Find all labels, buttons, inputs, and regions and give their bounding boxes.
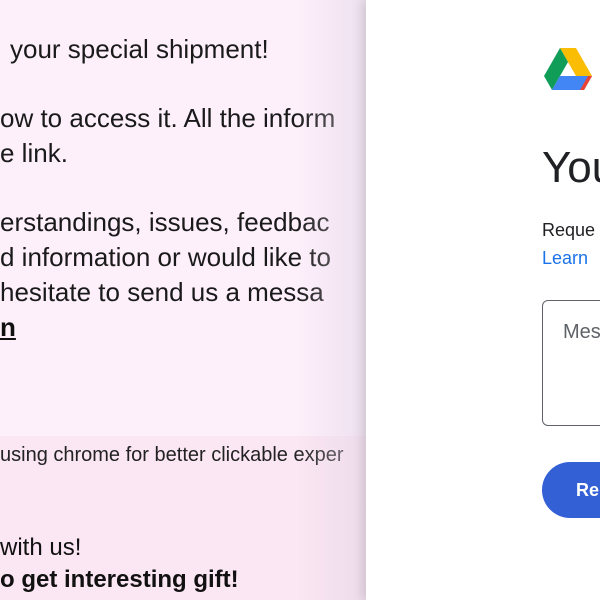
request-access-button[interactable]: Re <box>542 462 600 518</box>
page: your special shipment! ow to access it. … <box>0 0 600 600</box>
email-line-1: your special shipment! <box>10 34 269 64</box>
email-bottom-line-2: o get interesting gift! <box>0 566 239 593</box>
email-line-6: hesitate to send us a messa <box>0 277 324 307</box>
email-line-5: d information or would like to <box>0 242 331 272</box>
google-drive-icon <box>544 48 592 90</box>
chrome-notice-band: using chrome for better clickable exper … <box>0 436 366 600</box>
panel-title: You <box>542 143 600 192</box>
chrome-notice-text: using chrome for better clickable exper <box>0 444 344 466</box>
learn-more-link[interactable]: Learn <box>542 246 588 270</box>
email-contact-link[interactable]: n <box>0 310 16 344</box>
email-bottom-line-1: with us! <box>0 534 82 561</box>
email-line-2: ow to access it. All the inform <box>0 103 336 133</box>
message-input[interactable] <box>563 321 600 401</box>
message-field[interactable] <box>542 300 600 426</box>
email-line-3: e link. <box>0 138 68 168</box>
request-access-text: Reque <box>542 220 596 240</box>
drive-request-panel: You Reque Learn Re <box>366 0 600 600</box>
email-pane: your special shipment! ow to access it. … <box>0 0 366 600</box>
email-line-4: erstandings, issues, feedbac <box>0 207 330 237</box>
